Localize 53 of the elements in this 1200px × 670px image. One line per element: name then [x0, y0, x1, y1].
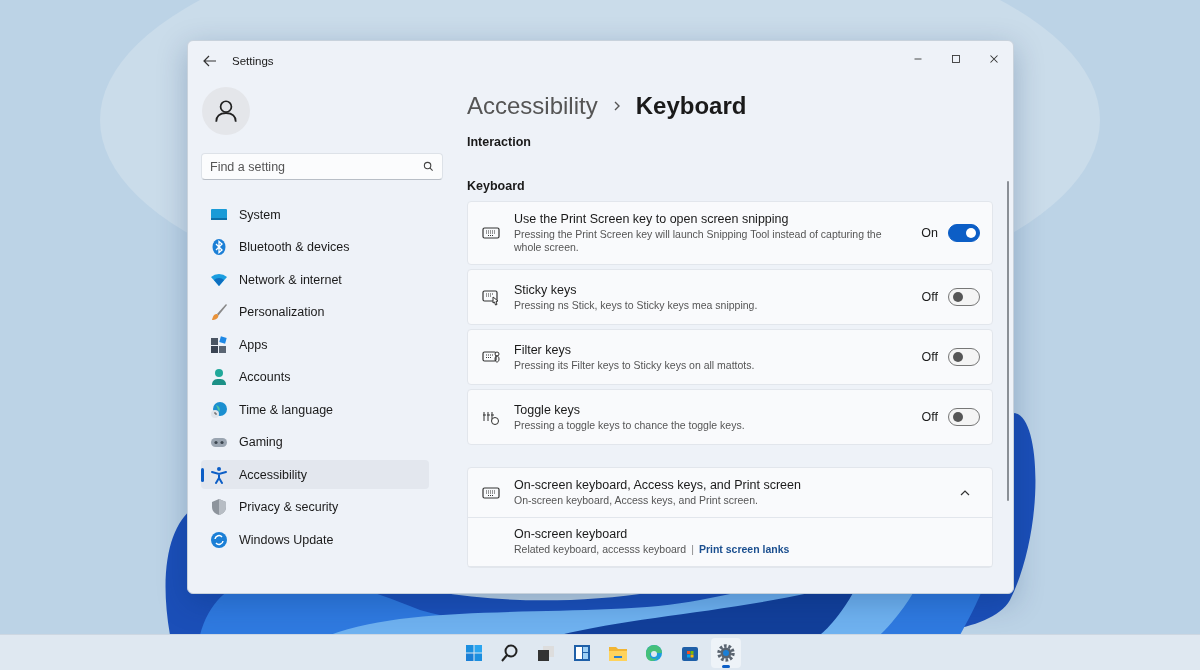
- nav-item[interactable]: Accessibility: [201, 460, 429, 489]
- toggle-switch[interactable]: [948, 408, 980, 427]
- person-icon: [210, 368, 228, 386]
- nav-item[interactable]: Windows Update: [201, 525, 429, 554]
- accessibility-icon: [210, 465, 228, 484]
- active-indicator: [722, 664, 730, 668]
- section-heading: Keyboard: [467, 179, 526, 193]
- person-icon: [213, 98, 239, 124]
- nav-item[interactable]: Time & language: [201, 395, 429, 424]
- bluetooth-icon: [210, 238, 228, 256]
- nav-item[interactable]: Apps: [201, 330, 429, 359]
- window-title: Settings: [232, 55, 274, 67]
- toggle-switch[interactable]: [948, 288, 980, 307]
- setting-description: Pressing a toggle keys to chance the toggle keys.: [514, 418, 746, 432]
- shield-icon: [210, 498, 228, 516]
- setting-description: Pressing its Filter keys to Sticky keys on all mattots.: [514, 358, 756, 372]
- section-heading: Interaction: [467, 135, 532, 149]
- toggle-state-label: Off: [921, 350, 938, 365]
- paintbrush-icon: [210, 303, 228, 321]
- setting-title: Filter keys: [514, 342, 572, 357]
- option-description: Related keyboard, accesss keyboard: [514, 543, 687, 556]
- refresh-icon: [210, 530, 228, 549]
- scrollbar[interactable]: [1007, 181, 1009, 501]
- toggle-state-label: Off: [921, 410, 938, 425]
- globe-icon: [210, 400, 228, 419]
- apps-icon: [210, 335, 228, 354]
- search-icon: [423, 161, 434, 172]
- link[interactable]: Print screen lanks: [698, 543, 790, 556]
- nav-item[interactable]: Personalization: [201, 297, 429, 327]
- nav-item[interactable]: System: [201, 200, 429, 229]
- setting-title: Sticky keys: [514, 282, 578, 297]
- toggle-switch[interactable]: [948, 224, 980, 243]
- toggle-state-label: On: [921, 226, 938, 241]
- option-title: On-screen keyboard: [514, 527, 629, 542]
- back-arrow-icon[interactable]: [202, 53, 218, 69]
- expander-description: On-screen keyboard, Access keys, and Print screen.: [514, 494, 759, 508]
- nav-item[interactable]: Bluetooth & devices: [201, 232, 429, 262]
- toggle-state-label: Off: [921, 290, 938, 305]
- setting-title: Toggle keys: [514, 402, 581, 417]
- nav-item[interactable]: Accounts: [201, 362, 429, 392]
- separator: |: [691, 543, 694, 556]
- nav-item[interactable]: Privacy & security: [201, 492, 429, 522]
- nav-item[interactable]: Gaming: [201, 427, 429, 457]
- nav-item[interactable]: Network & internet: [201, 265, 429, 294]
- expander-title: On-screen keyboard, Access keys, and Print screen: [514, 478, 802, 493]
- toggle-switch[interactable]: [948, 348, 980, 367]
- keyboard-pointer-icon: [482, 288, 500, 307]
- page-title: Keyboard: [635, 92, 747, 120]
- maximize-icon[interactable]: [949, 52, 963, 66]
- search-field[interactable]: Find a setting: [201, 153, 443, 180]
- setting-description: Pressing the Print Screen key will launch Snipping Tool instead of capturing the whole screen.: [514, 228, 883, 255]
- setting-title: Use the Print Screen key to open screen snipping: [514, 212, 790, 226]
- setting-description: Pressing ns Stick, keys to Sticky keys mea snipping.: [514, 298, 759, 312]
